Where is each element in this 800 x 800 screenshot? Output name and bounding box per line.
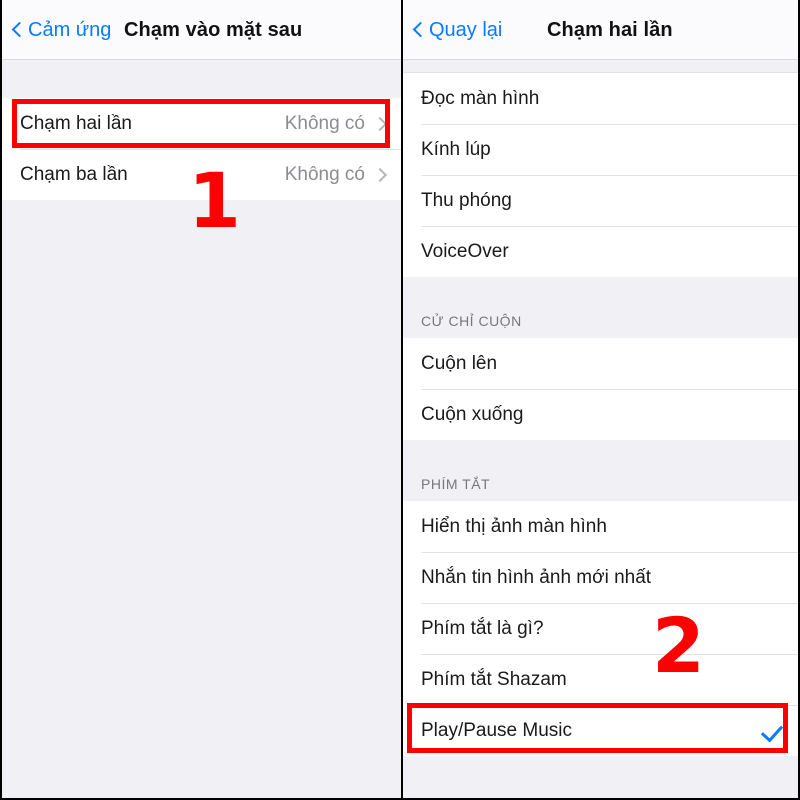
row-label: VoiceOver: [421, 241, 509, 262]
right-navigation-bar: Quay lại Chạm hai lần: [403, 0, 798, 60]
checkmark-icon: [762, 720, 784, 742]
row-hien-thi-anh-man-hinh[interactable]: Hiển thị ảnh màn hình: [403, 501, 798, 552]
left-list-top-gap: [2, 60, 401, 98]
row-phim-tat-la-gi[interactable]: Phím tắt là gì?: [403, 603, 798, 654]
right-list-bottom-gap: [403, 756, 798, 798]
chevron-right-icon: [375, 167, 385, 183]
row-accessory-group: [762, 720, 784, 742]
row-label: Chạm ba lần: [20, 164, 128, 185]
section-header-phim-tat: PHÍM TẮT: [403, 440, 798, 501]
row-label: Cuộn lên: [421, 353, 498, 374]
row-label: Đọc màn hình: [421, 88, 540, 109]
panel-divider: [401, 0, 403, 798]
row-cuon-xuong[interactable]: Cuộn xuống: [403, 389, 798, 440]
right-phone-screen: Quay lại Chạm hai lần Đọc màn hình Kính …: [403, 0, 798, 798]
section-header-cu-chi-cuon: CỬ CHỈ CUỘN: [403, 277, 798, 338]
row-value: Không có: [284, 112, 365, 134]
row-label: Phím tắt là gì?: [421, 618, 544, 639]
right-page-title: Chạm hai lần: [547, 18, 673, 41]
row-cham-ba-lan[interactable]: Chạm ba lần Không có: [2, 149, 401, 200]
row-label: Hiển thị ảnh màn hình: [421, 516, 607, 537]
row-label: Play/Pause Music: [421, 720, 573, 741]
row-doc-man-hinh[interactable]: Đọc màn hình: [403, 73, 798, 124]
screenshot-root: Cảm ứng Chạm vào mặt sau Chạm hai lần Kh…: [0, 0, 800, 800]
row-thu-phong[interactable]: Thu phóng: [403, 175, 798, 226]
section-accessibility-actions: Đọc màn hình Kính lúp Thu phóng VoiceOve…: [403, 73, 798, 277]
row-accessory-group: Không có: [285, 113, 385, 135]
right-list-top-gap: [403, 60, 798, 72]
row-label: Kính lúp: [421, 139, 491, 160]
row-label: Phím tắt Shazam: [421, 669, 567, 690]
section-shortcuts: Hiển thị ảnh màn hình Nhắn tin hình ảnh …: [403, 501, 798, 756]
row-cham-hai-lan[interactable]: Chạm hai lần Không có: [2, 98, 401, 149]
row-kinh-lup[interactable]: Kính lúp: [403, 124, 798, 175]
row-nhan-tin-hinh-anh-moi-nhat[interactable]: Nhắn tin hình ảnh mới nhất: [403, 552, 798, 603]
section-scroll-gestures: Cuộn lên Cuộn xuống: [403, 338, 798, 440]
row-accessory-group: Không có: [285, 164, 385, 186]
left-settings-group: Chạm hai lần Không có Chạm ba lần Không …: [2, 98, 401, 200]
chevron-right-icon: [375, 116, 385, 132]
left-navigation-bar: Cảm ứng Chạm vào mặt sau: [2, 0, 401, 60]
row-label: Thu phóng: [421, 190, 512, 211]
row-phim-tat-shazam[interactable]: Phím tắt Shazam: [403, 654, 798, 705]
left-phone-screen: Cảm ứng Chạm vào mặt sau Chạm hai lần Kh…: [2, 0, 401, 798]
row-cuon-len[interactable]: Cuộn lên: [403, 338, 798, 389]
row-voiceover[interactable]: VoiceOver: [403, 226, 798, 277]
row-label: Chạm hai lần: [20, 113, 132, 134]
row-label: Nhắn tin hình ảnh mới nhất: [421, 567, 652, 588]
row-value: Không có: [284, 163, 365, 185]
row-label: Cuộn xuống: [421, 404, 524, 425]
row-play-pause-music[interactable]: Play/Pause Music: [403, 705, 798, 756]
left-page-title: Chạm vào mặt sau: [124, 18, 303, 41]
